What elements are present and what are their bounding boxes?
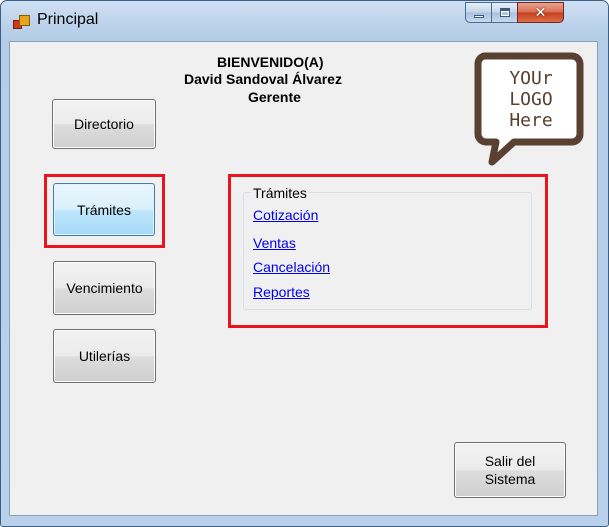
logo-line1: YOUr — [509, 68, 553, 89]
logo-line3: Here — [509, 110, 552, 131]
salir-button-line1: Salir del — [484, 453, 536, 469]
form-client-area: BIENVENIDO(A) David Sandoval Álvarez Ger… — [9, 41, 598, 516]
tramites-button-highlight — [44, 174, 165, 248]
tramites-groupbox-title: Trámites — [251, 185, 309, 201]
minimize-icon — [474, 15, 484, 18]
window-title: Principal — [37, 11, 99, 28]
user-role: Gerente — [248, 89, 301, 105]
vencimiento-button[interactable]: Vencimiento — [53, 261, 156, 315]
utilerias-button[interactable]: Utilerías — [53, 329, 156, 383]
title-bar[interactable]: Principal ✕ — [1, 1, 608, 41]
maximize-button[interactable] — [491, 2, 518, 23]
minimize-button[interactable] — [465, 2, 492, 23]
salir-button-label: Salir del Sistema — [485, 452, 536, 488]
welcome-greeting: BIENVENIDO(A) — [217, 54, 324, 70]
logo-placeholder: YOUr LOGO Here — [474, 52, 584, 166]
directorio-button[interactable]: Directorio — [52, 99, 156, 149]
app-icon[interactable] — [13, 14, 30, 30]
cancelacion-link[interactable]: Cancelación — [253, 259, 330, 275]
salir-button-line2: Sistema — [484, 471, 536, 487]
logo-line2: LOGO — [509, 89, 552, 110]
main-window: Principal ✕ BIENVENIDO(A) David Sandoval… — [0, 0, 609, 527]
maximize-icon — [500, 8, 510, 17]
close-icon: ✕ — [534, 4, 547, 21]
cotizacion-link[interactable]: Cotización — [253, 207, 318, 223]
salir-del-sistema-button[interactable]: Salir del Sistema — [454, 442, 566, 498]
ventas-link[interactable]: Ventas — [253, 235, 296, 251]
reportes-link[interactable]: Reportes — [253, 284, 310, 300]
close-button[interactable]: ✕ — [517, 2, 564, 23]
user-name: David Sandoval Álvarez — [184, 71, 342, 87]
